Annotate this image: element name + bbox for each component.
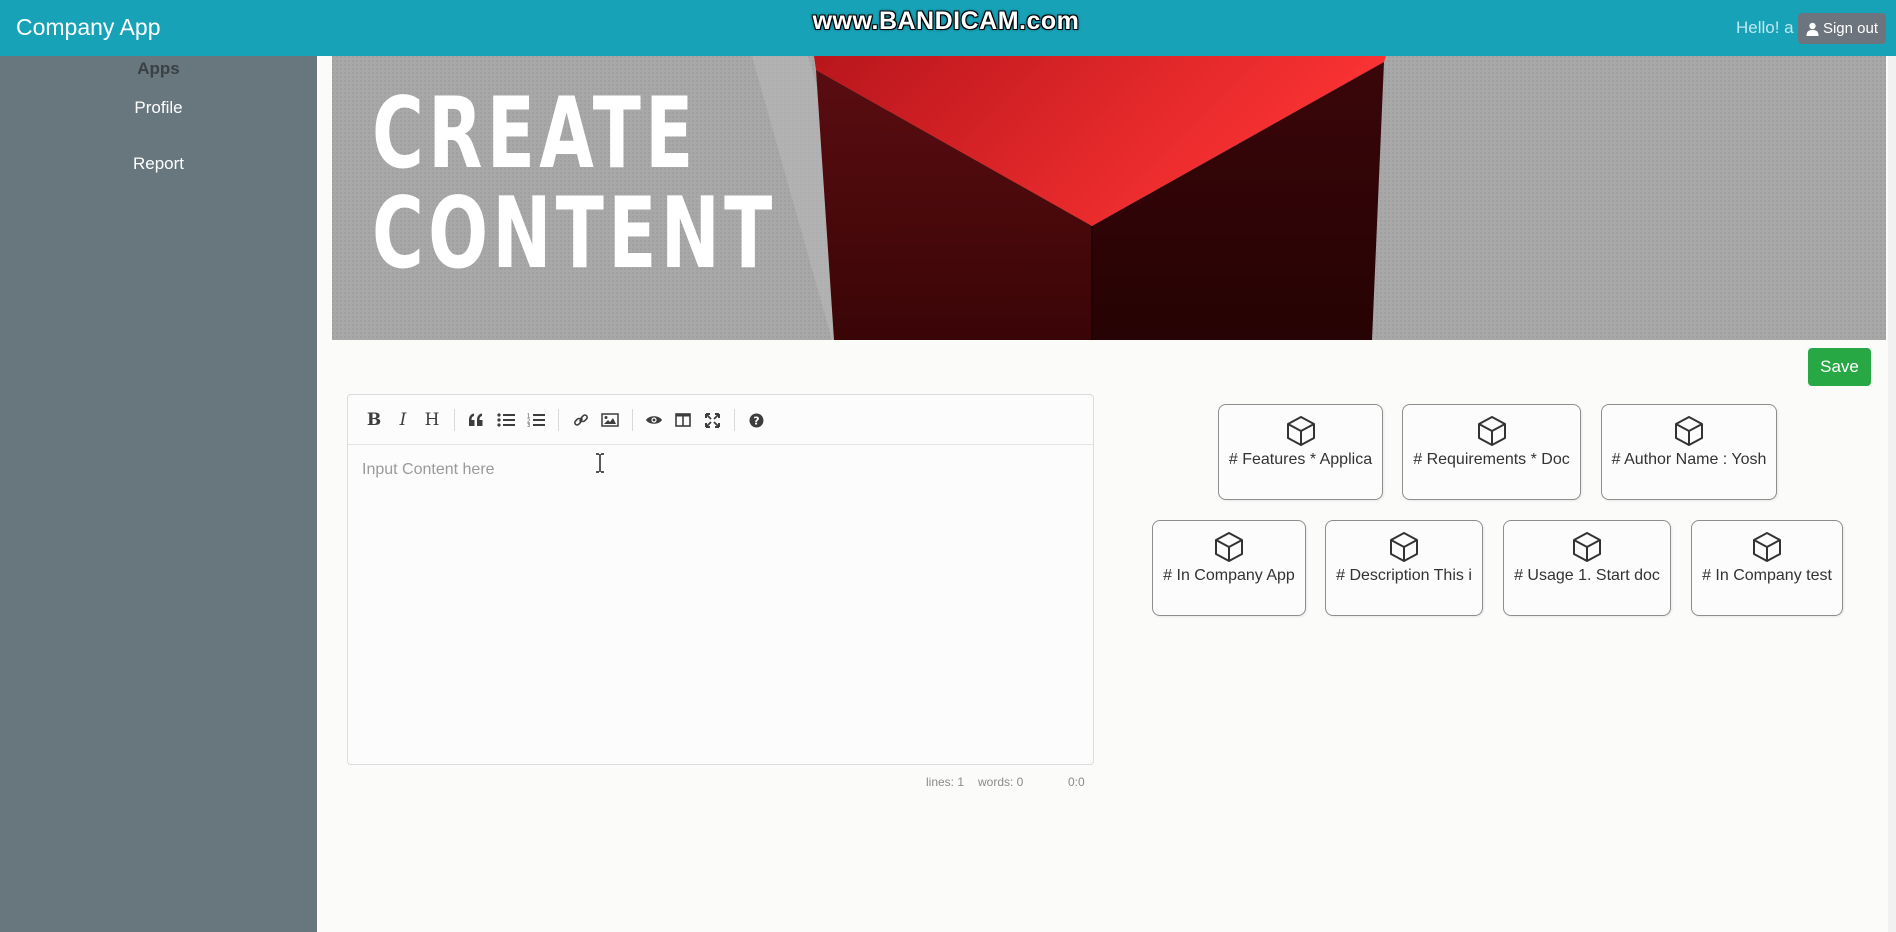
template-card-label: # In Company test [1702, 567, 1832, 584]
unordered-list-icon[interactable] [493, 407, 519, 433]
quote-icon[interactable] [463, 407, 489, 433]
status-lines: lines: 1 [926, 775, 965, 789]
cube-icon [1753, 532, 1781, 562]
svg-text:?: ? [753, 414, 759, 427]
sign-out-button[interactable]: Sign out [1798, 13, 1886, 44]
brand-title[interactable]: Company App [16, 14, 160, 41]
heading-icon[interactable]: H [419, 407, 445, 433]
cube-icon [1390, 532, 1418, 562]
template-card[interactable]: # Requirements * Doc [1402, 404, 1581, 500]
ordered-list-icon[interactable]: 123 [523, 407, 549, 433]
sign-out-label: Sign out [1822, 20, 1879, 37]
template-card[interactable]: # Usage 1. Start doc [1503, 520, 1671, 616]
banner-headline: CREATE CONTENT [372, 84, 777, 284]
template-card-label: # Requirements * Doc [1413, 451, 1570, 468]
text-cursor-icon [596, 453, 604, 473]
banner-line-2: CONTENT [372, 177, 777, 291]
template-card-label: # Description This i [1336, 567, 1472, 584]
template-card[interactable]: # Author Name : Yosh [1601, 404, 1777, 500]
sidebar: Apps Profile Report [0, 56, 317, 932]
cube-icon [1573, 532, 1601, 562]
cube-icon [1215, 532, 1243, 562]
sidebar-item-report[interactable]: Report [0, 154, 317, 174]
template-card-label: # In Company App [1163, 567, 1295, 584]
markdown-editor[interactable]: B I H 123 ? Input Content here [347, 394, 1094, 765]
link-icon[interactable] [568, 407, 594, 433]
user-icon [1806, 22, 1819, 36]
template-card-label: # Usage 1. Start doc [1514, 567, 1660, 584]
cube-icon [1477, 416, 1506, 446]
save-button[interactable]: Save [1808, 348, 1871, 386]
editor-placeholder: Input Content here [362, 461, 495, 478]
preview-icon[interactable] [641, 407, 667, 433]
svg-text:3: 3 [527, 423, 530, 427]
template-card-label: # Features * Applica [1228, 451, 1373, 468]
sidebar-heading: Apps [137, 59, 180, 78]
top-navbar: Company App www.BANDICAM.com Hello! a Si… [0, 0, 1896, 56]
page-scrollbar[interactable] [1888, 56, 1896, 932]
bold-icon[interactable]: B [361, 407, 387, 433]
template-card[interactable]: # In Company App [1152, 520, 1306, 616]
italic-icon[interactable]: I [390, 407, 416, 433]
template-card[interactable]: # Features * Applica [1218, 404, 1383, 500]
status-words: words: 0 [978, 775, 1024, 789]
status-cursor: 0:0 [1068, 775, 1085, 789]
recording-watermark: www.BANDICAM.com [812, 7, 1080, 35]
editor-toolbar: B I H 123 ? [348, 395, 1093, 445]
template-card-label: # Author Name : Yosh [1611, 451, 1767, 468]
hero-banner: CREATE CONTENT [332, 56, 1886, 340]
image-icon[interactable] [597, 407, 623, 433]
fullscreen-icon[interactable] [699, 407, 725, 433]
banner-line-1: CREATE [372, 77, 698, 191]
sidebar-item-profile[interactable]: Profile [0, 98, 317, 118]
side-by-side-icon[interactable] [670, 407, 696, 433]
template-card[interactable]: # In Company test [1691, 520, 1843, 616]
cube-icon [1675, 416, 1703, 446]
user-greeting: Hello! a [1736, 18, 1794, 37]
cube-icon [1286, 416, 1315, 446]
help-icon[interactable]: ? [743, 407, 769, 433]
template-card[interactable]: # Description This i [1325, 520, 1483, 616]
